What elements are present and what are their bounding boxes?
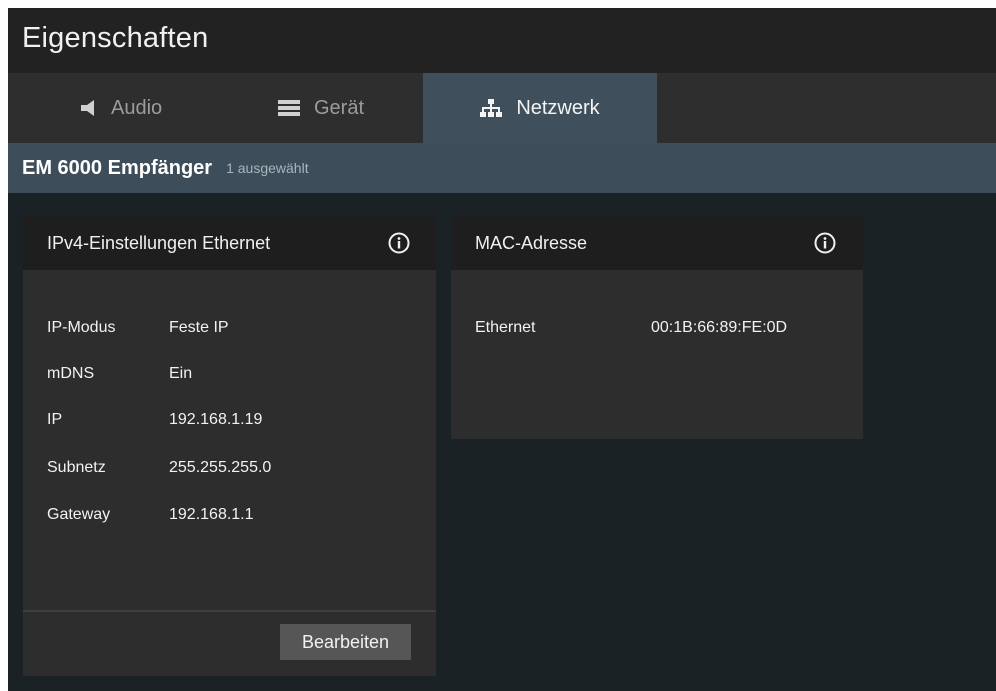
ip-value: 192.168.1.19 bbox=[169, 411, 263, 428]
mac-ethernet-value: 00:1B:66:89:FE:0D bbox=[651, 319, 788, 336]
selection-count: 1 ausgewählt bbox=[226, 160, 309, 176]
mac-ethernet-row: Ethernet 00:1B:66:89:FE:0D bbox=[475, 319, 845, 337]
gateway-value: 192.168.1.1 bbox=[169, 506, 254, 523]
info-icon[interactable] bbox=[388, 232, 410, 254]
subnet-value: 255.255.255.0 bbox=[169, 459, 272, 476]
network-icon bbox=[480, 99, 503, 117]
mdns-value: Ein bbox=[169, 365, 193, 382]
ip-mode-label: IP-Modus bbox=[47, 319, 116, 336]
tab-bar: Audio Gerät Netzwerk bbox=[8, 73, 996, 143]
mdns-label: mDNS bbox=[47, 365, 95, 382]
tab-geraet-label: Gerät bbox=[314, 96, 365, 119]
ipv4-card-header: IPv4-Einstellungen Ethernet bbox=[23, 216, 436, 270]
tab-audio-label: Audio bbox=[111, 96, 163, 119]
tab-geraet[interactable]: Gerät bbox=[278, 73, 364, 143]
mac-card-title: MAC-Adresse bbox=[475, 233, 588, 253]
title-bar: Eigenschaften bbox=[8, 8, 996, 73]
subnet-label: Subnetz bbox=[47, 459, 106, 476]
mac-address-card: MAC-Adresse Ethernet 00:1B:66:89:FE:0D bbox=[451, 216, 863, 439]
speaker-icon bbox=[81, 99, 97, 117]
tab-audio[interactable]: Audio bbox=[81, 73, 162, 143]
edit-button[interactable]: Bearbeiten bbox=[280, 624, 411, 660]
ip-mode-value: Feste IP bbox=[169, 319, 229, 336]
tab-netzwerk[interactable]: Netzwerk bbox=[423, 73, 657, 143]
card-footer-divider bbox=[23, 610, 436, 612]
ip-label: IP bbox=[47, 411, 63, 428]
info-icon[interactable] bbox=[814, 232, 836, 254]
device-icon bbox=[278, 100, 300, 116]
device-header: EM 6000 Empfänger 1 ausgewählt bbox=[8, 143, 996, 193]
gateway-label: Gateway bbox=[47, 506, 111, 523]
ipv4-card-title: IPv4-Einstellungen Ethernet bbox=[47, 233, 271, 253]
window-title: Eigenschaften bbox=[22, 22, 209, 54]
tab-netzwerk-label: Netzwerk bbox=[516, 96, 600, 119]
properties-window: Eigenschaften Audio Gerät Netzwerk EM 60… bbox=[8, 8, 996, 691]
mac-card-header: MAC-Adresse bbox=[451, 216, 863, 270]
mac-ethernet-label: Ethernet bbox=[475, 319, 536, 336]
device-name: EM 6000 Empfänger bbox=[22, 156, 213, 179]
ipv4-settings-card: IPv4-Einstellungen Ethernet IP-Modus Fes… bbox=[23, 216, 436, 676]
